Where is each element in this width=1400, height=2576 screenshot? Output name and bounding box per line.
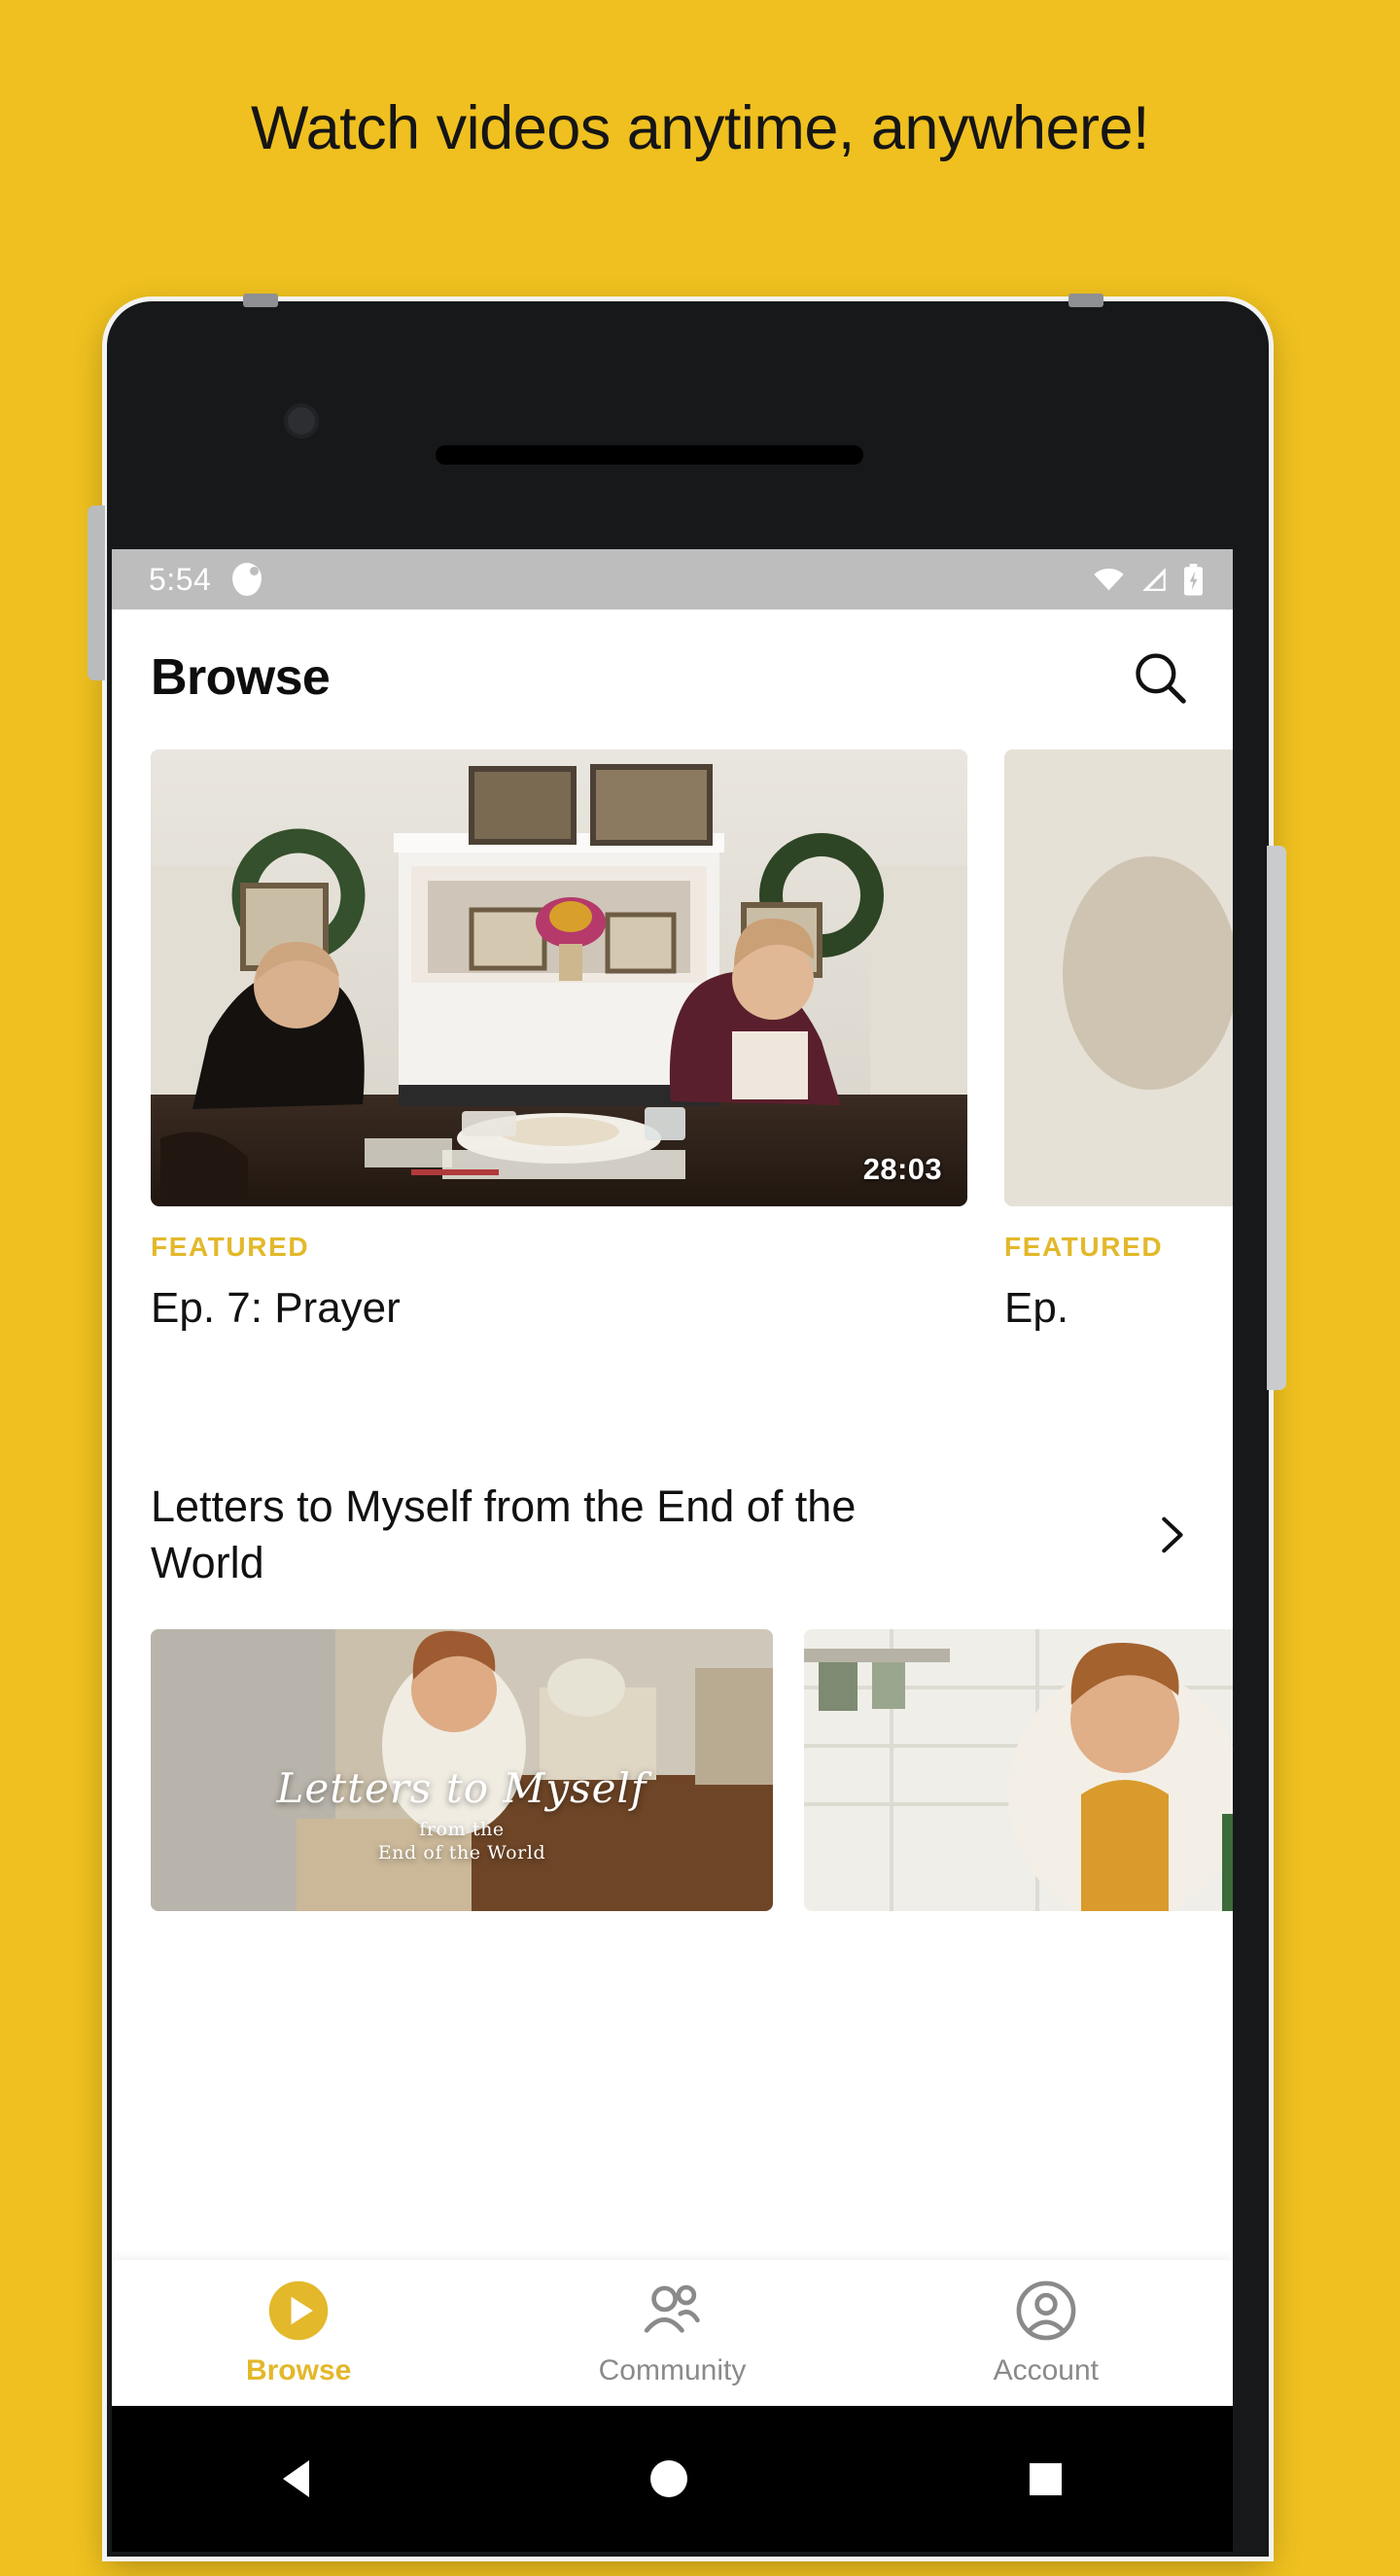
phone-volume-button[interactable]	[88, 505, 105, 680]
recents-square-icon[interactable]	[1030, 2462, 1063, 2495]
video-duration-badge: 28:03	[862, 1152, 942, 1186]
featured-thumbnail-next-art	[1004, 749, 1233, 1206]
featured-card-next[interactable]	[1004, 749, 1233, 1206]
featured-meta: FEATURED Ep. 7: Prayer	[151, 1232, 401, 1333]
phone-top-nub-left	[243, 294, 278, 307]
phone-body: 5:54 Browse 28:03 FEATURED Ep. 7: Prayer…	[88, 294, 1286, 2557]
featured-title: Ep. 7: Prayer	[151, 1284, 401, 1332]
android-navigation-bar[interactable]	[112, 2406, 1233, 2552]
nav-label-account: Account	[993, 2354, 1100, 2386]
search-icon	[1136, 653, 1186, 704]
featured-card[interactable]: 28:03	[151, 749, 967, 1206]
featured-kicker: FEATURED	[151, 1232, 310, 1262]
featured-kicker-next: FEATURED	[1004, 1232, 1164, 1262]
app-header: Browse	[112, 609, 1233, 746]
promo-headline: Watch videos anytime, anywhere!	[250, 94, 1150, 162]
featured-thumbnail-art	[151, 749, 967, 1206]
section-more-button[interactable]	[1147, 1512, 1194, 1558]
front-camera-icon	[284, 403, 319, 438]
phone-screen: 5:54 Browse 28:03 FEATURED Ep. 7: Prayer…	[112, 549, 1233, 2406]
people-icon	[645, 2284, 701, 2333]
video-card-art	[151, 1629, 773, 1912]
status-bar-time: 5:54	[149, 561, 212, 597]
home-circle-icon[interactable]	[650, 2460, 688, 2497]
featured-title-next: Ep.	[1004, 1284, 1069, 1332]
status-bar-indicators	[1093, 563, 1204, 596]
page-title: Browse	[151, 649, 331, 706]
app-notification-icon	[232, 563, 262, 596]
featured-carousel[interactable]: 28:03	[112, 749, 1233, 1206]
video-card-2[interactable]	[804, 1629, 1233, 1912]
featured-thumbnail-next[interactable]	[1004, 749, 1233, 1206]
phone-top-nub-right	[1068, 294, 1103, 307]
nav-item-account[interactable]: Account	[859, 2279, 1233, 2387]
search-button[interactable]	[1126, 644, 1194, 712]
nav-label-browse: Browse	[245, 2354, 352, 2386]
section-header[interactable]: Letters to Myself from the End of the Wo…	[112, 1479, 1233, 1590]
play-circle-icon	[268, 2280, 329, 2341]
status-bar: 5:54	[112, 549, 1233, 609]
video-card-2-art	[804, 1629, 1233, 1912]
earpiece-speaker	[436, 445, 863, 465]
cellular-signal-icon	[1142, 568, 1166, 591]
wifi-icon	[1094, 568, 1124, 591]
account-circle-icon	[1016, 2280, 1076, 2341]
chevron-right-icon	[1162, 1516, 1183, 1552]
nav-label-community: Community	[598, 2354, 747, 2386]
nav-item-browse[interactable]: Browse	[112, 2279, 485, 2387]
video-row[interactable]: Letters to Myself from the End of the Wo…	[112, 1629, 1233, 1921]
section-title: Letters to Myself from the End of the Wo…	[151, 1481, 857, 1587]
featured-thumbnail[interactable]: 28:03	[151, 749, 967, 1206]
battery-charging-icon	[1183, 563, 1204, 595]
phone-power-button[interactable]	[1267, 846, 1286, 1390]
video-card[interactable]: Letters to Myself from the End of the Wo…	[151, 1629, 773, 1912]
back-triangle-icon[interactable]	[282, 2460, 309, 2497]
featured-meta-next: FEATURED Ep.	[1004, 1232, 1163, 1333]
nav-item-community[interactable]: Community	[485, 2279, 858, 2387]
bottom-navigation[interactable]: Browse Community Account	[112, 2260, 1233, 2406]
phone-device-mockup: 5:54 Browse 28:03 FEATURED Ep. 7: Prayer…	[88, 294, 1303, 2576]
featured-meta-row: FEATURED Ep. 7: Prayer FEATURED Ep.	[112, 1206, 1233, 1410]
